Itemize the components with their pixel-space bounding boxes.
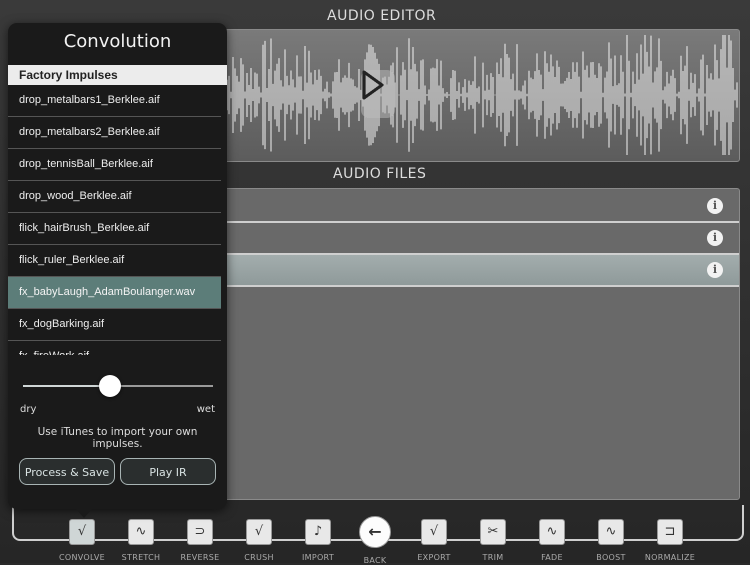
slider-fill [23,385,111,387]
factory-impulses-header: Factory Impulses [8,65,227,85]
fade-icon: ∿ [539,519,565,545]
waveform-panel[interactable] [218,29,740,162]
slider-thumb[interactable] [99,375,122,397]
convolve-icon: √ [69,519,95,545]
file-row[interactable]: i [219,223,739,255]
crush-icon: √ [246,519,272,545]
play-button[interactable] [361,70,395,118]
file-row-selected[interactable]: i [219,255,739,287]
tool-fade[interactable]: ∿ FADE [522,519,582,562]
impulse-item[interactable]: drop_metalbars1_Berklee.aif [8,85,221,117]
popover-title: Convolution [63,31,172,52]
audio-files-title: AUDIO FILES [333,166,427,182]
impulse-item[interactable]: drop_tennisBall_Berklee.aif [8,149,221,181]
impulse-list[interactable]: drop_metalbars1_Berklee.aif drop_metalbar… [8,85,227,355]
tool-export[interactable]: √ EXPORT [404,519,464,562]
dry-wet-slider[interactable] [23,375,213,397]
scissors-icon: ✂ [480,519,506,545]
play-icon [362,70,384,100]
waveform [219,35,738,155]
impulse-item[interactable]: drop_wood_Berklee.aif [8,181,221,213]
tool-import[interactable]: ♪ IMPORT [288,519,348,562]
convolution-popover: Convolution Factory Impulses drop_metalb… [8,23,227,509]
info-icon[interactable]: i [707,198,723,214]
audio-editor-title: AUDIO EDITOR [327,8,437,24]
tool-label: CONVOLVE [58,553,105,562]
tool-label: NORMALIZE [644,553,696,562]
tool-label: EXPORT [417,553,451,562]
tool-label: CRUSH [244,553,274,562]
audio-files-panel: i i i [218,188,740,500]
impulse-item-selected[interactable]: fx_babyLaugh_AdamBoulanger.wav [8,277,221,309]
tool-label: BOOST [596,553,626,562]
info-icon[interactable]: i [707,262,723,278]
boost-icon: ∿ [598,519,624,545]
tool-back[interactable]: ← BACK [345,516,405,565]
dry-label: dry [20,404,37,415]
import-note: Use iTunes to import your own impulses. [37,426,198,450]
back-arrow-icon: ← [359,516,391,548]
tool-trim[interactable]: ✂ TRIM [463,519,523,562]
tool-label: IMPORT [301,553,335,562]
popover-arrow [75,508,93,518]
tool-label: TRIM [482,553,504,562]
tool-normalize[interactable]: ⊐ NORMALIZE [640,519,700,562]
tool-label: BACK [363,556,387,565]
tool-boost[interactable]: ∿ BOOST [581,519,641,562]
impulse-item[interactable]: flick_hairBrush_Berklee.aif [8,213,221,245]
tool-label: FADE [541,553,563,562]
tool-crush[interactable]: √ CRUSH [229,519,289,562]
impulse-item[interactable]: drop_metalbars2_Berklee.aif [8,117,221,149]
wet-label: wet [196,404,215,415]
tool-convolve[interactable]: √ CONVOLVE [52,519,112,562]
impulse-item[interactable]: flick_ruler_Berklee.aif [8,245,221,277]
tool-label: REVERSE [180,553,220,562]
impulse-item[interactable]: fx_fireWork.aif [8,341,221,355]
reverse-icon: ⊃ [187,519,213,545]
stretch-icon: ∿ [128,519,154,545]
process-save-button[interactable]: Process & Save [19,458,115,485]
play-ir-button[interactable]: Play IR [120,458,216,485]
toolbar: √ CONVOLVE ∿ STRETCH ⊃ REVERSE √ CRUSH ♪ IMPORT ← B… [0,515,750,565]
tool-reverse[interactable]: ⊃ REVERSE [170,519,230,562]
file-row[interactable]: i [219,191,739,223]
export-icon: √ [421,519,447,545]
music-note-icon: ♪ [305,519,331,545]
tool-stretch[interactable]: ∿ STRETCH [111,519,171,562]
normalize-icon: ⊐ [657,519,683,545]
impulse-item[interactable]: fx_dogBarking.aif [8,309,221,341]
tool-label: STRETCH [121,553,161,562]
info-icon[interactable]: i [707,230,723,246]
